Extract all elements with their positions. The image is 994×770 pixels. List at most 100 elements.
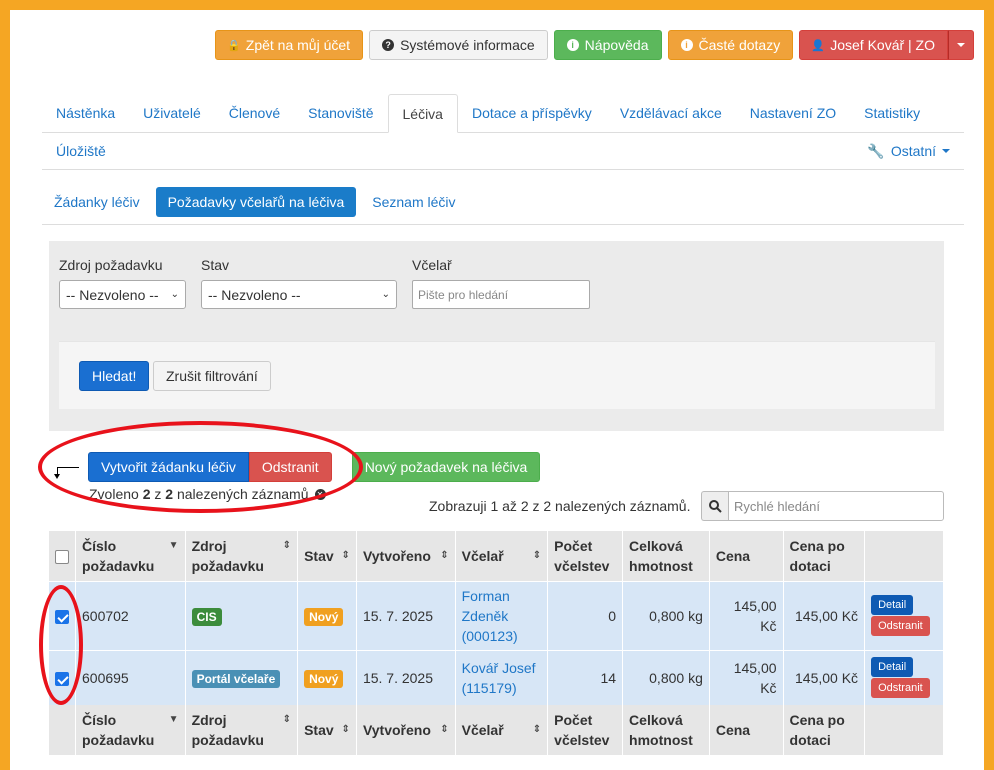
chevron-down-icon: ⌄ (170, 289, 179, 300)
cell-price: 145,00 Kč (709, 649, 784, 705)
footer-empty-cell (49, 705, 76, 755)
search-button[interactable]: Hledat! (79, 361, 150, 391)
nav-item-statistics[interactable]: Statistiky (850, 94, 934, 132)
nav-item-members[interactable]: Členové (215, 94, 294, 132)
nav-item-education[interactable]: Vzdělávací akce (606, 94, 736, 132)
col-number-label: Číslo požadavku (82, 537, 155, 574)
cell-colonies: 0 (547, 580, 624, 650)
beekeeper-input[interactable]: Pište pro hledání (412, 280, 590, 309)
detail-button[interactable]: Detail (871, 657, 914, 678)
cell-created: 15. 7. 2025 (356, 580, 456, 650)
cell-source: CIS (185, 580, 299, 650)
foot-col-state[interactable]: ⇕ Stav (297, 705, 357, 755)
nav-item-locations[interactable]: Stanoviště (294, 94, 387, 132)
col-colonies: Počet včelstev (547, 531, 624, 581)
cell-number: 600702 (75, 580, 186, 650)
help-button[interactable]: i Nápověda (553, 30, 662, 60)
cell-source: Portál včelaře (185, 649, 299, 705)
quick-search-placeholder: Rychlé hledání (734, 498, 820, 514)
wrench-icon: 🔧 (867, 142, 885, 159)
nav-item-medicines[interactable]: Léčiva (387, 94, 458, 133)
sort-icon: ⇕ (341, 724, 350, 735)
system-info-button[interactable]: ? Systémové informace (369, 30, 548, 60)
foot-col-number[interactable]: ▼ Číslo požadavku (75, 705, 186, 755)
faq-button[interactable]: i Časté dotazy (667, 30, 794, 60)
nav-item-other[interactable]: 🔧 Ostatní (867, 143, 964, 160)
beekeeper-link[interactable]: Kovář Josef (115179) (462, 660, 536, 696)
cell-number: 600695 (75, 649, 186, 705)
col-price-after-label: Cena po dotaci (789, 537, 845, 574)
cell-price-after: 145,00 Kč (783, 580, 866, 650)
source-select-value: -- Nezvoleno -- (66, 286, 159, 303)
col-weight: Celková hmotnost (622, 531, 710, 581)
col-source[interactable]: ⇕ Zdroj požadavku (185, 531, 299, 581)
status-badge: Nový (304, 607, 344, 626)
table-row: 600695 Portál včelaře Nový 15. 7. 2025 K… (49, 649, 944, 705)
filter-panel: Zdroj požadavku -- Nezvoleno -- ⌄ Stav -… (49, 241, 944, 431)
nav-item-subsidies[interactable]: Dotace a příspěvky (458, 94, 606, 132)
reset-filter-button[interactable]: Zrušit filtrování (153, 361, 271, 391)
nav-item-dashboard[interactable]: Nástěnka (42, 94, 129, 132)
user-dropdown-toggle[interactable] (948, 30, 974, 60)
annotation-ellipse (38, 421, 363, 513)
cell-created: 15. 7. 2025 (356, 649, 456, 705)
col-state-label: Stav (304, 547, 334, 564)
sort-icon: ⇕ (532, 724, 542, 735)
nav-item-storage[interactable]: Úložiště (42, 133, 120, 170)
col-number[interactable]: ▼ Číslo požadavku (75, 531, 186, 581)
foot-col-price-after-label: Cena po dotaci (789, 712, 845, 748)
detail-button[interactable]: Detail (871, 595, 914, 615)
back-to-account-button[interactable]: 🔒 Zpět na můj účet (214, 30, 364, 60)
user-button[interactable]: 👤 Josef Kovář | ZO (799, 30, 948, 60)
beekeeper-input-placeholder: Pište pro hledání (418, 287, 509, 302)
col-price-label: Cena (715, 547, 751, 564)
table-header-row: ▼ Číslo požadavku ⇕ Zdroj požadavku ⇕ Stav … (49, 531, 944, 581)
new-request-button[interactable]: Nový požadavek na léčiva (351, 452, 541, 482)
nav-item-settings[interactable]: Nastavení ZO (736, 94, 850, 132)
sort-icon: ⇕ (440, 724, 449, 735)
remove-button[interactable]: Odstranit (871, 616, 930, 636)
col-beekeeper-label: Včelař (461, 547, 504, 564)
search-icon (701, 491, 728, 521)
cell-weight: 0,800 kg (622, 580, 710, 650)
foot-col-weight-label: Celková hmotnost (629, 712, 693, 748)
subnav-item-requests[interactable]: Žádanky léčiv (42, 187, 152, 217)
help-label: Nápověda (584, 37, 649, 53)
cell-price: 145,00 Kč (709, 580, 784, 650)
subnav-item-medicine-list[interactable]: Seznam léčiv (360, 187, 467, 217)
foot-col-created-label: Vytvořeno (362, 722, 431, 738)
source-select[interactable]: -- Nezvoleno -- ⌄ (59, 280, 186, 309)
table-footer-row: ▼ Číslo požadavku ⇕ Zdroj požadavku ⇕ Stav … (49, 705, 944, 755)
beekeeper-link[interactable]: Forman Zdeněk (000123) (462, 588, 518, 644)
col-created[interactable]: ⇕ Vytvořeno (356, 531, 456, 581)
info-icon: i (566, 39, 579, 51)
remove-button[interactable]: Odstranit (871, 678, 930, 699)
col-state[interactable]: ⇕ Stav (297, 531, 357, 581)
back-to-account-label: Zpět na můj účet (245, 37, 351, 53)
col-beekeeper[interactable]: ⇕ Včelař (455, 531, 549, 581)
foot-col-beekeeper[interactable]: ⇕ Včelař (455, 705, 549, 755)
col-colonies-label: Počet včelstev (554, 537, 610, 574)
nav-item-users[interactable]: Uživatelé (129, 94, 215, 132)
filter-actions: Hledat! Zrušit filtrování (59, 341, 935, 409)
foot-col-beekeeper-label: Včelař (461, 722, 504, 738)
status-badge: Nový (304, 669, 344, 688)
cell-beekeeper: Forman Zdeněk (000123) (455, 580, 549, 650)
cell-colonies: 14 (547, 649, 624, 705)
foot-col-state-label: Stav (304, 722, 334, 738)
foot-col-price-label: Cena (715, 722, 751, 738)
quick-search-input[interactable]: Rychlé hledání (728, 491, 944, 521)
state-select[interactable]: -- Nezvoleno -- ⌄ (201, 280, 397, 309)
col-created-label: Vytvořeno (362, 547, 431, 564)
foot-col-price: Cena (709, 705, 784, 755)
caret-down-icon (942, 149, 950, 153)
col-price: Cena (709, 531, 784, 581)
system-info-label: Systémové informace (400, 37, 535, 53)
source-badge: CIS (191, 607, 222, 626)
select-all-checkbox[interactable] (55, 550, 69, 565)
foot-col-source[interactable]: ⇕ Zdroj požadavku (185, 705, 299, 755)
nav-other-label: Ostatní (890, 143, 936, 159)
subnav-item-beekeeper-requests[interactable]: Požadavky včelařů na léčiva (155, 187, 357, 217)
foot-col-colonies-label: Počet včelstev (554, 712, 610, 748)
foot-col-created[interactable]: ⇕ Vytvořeno (356, 705, 456, 755)
